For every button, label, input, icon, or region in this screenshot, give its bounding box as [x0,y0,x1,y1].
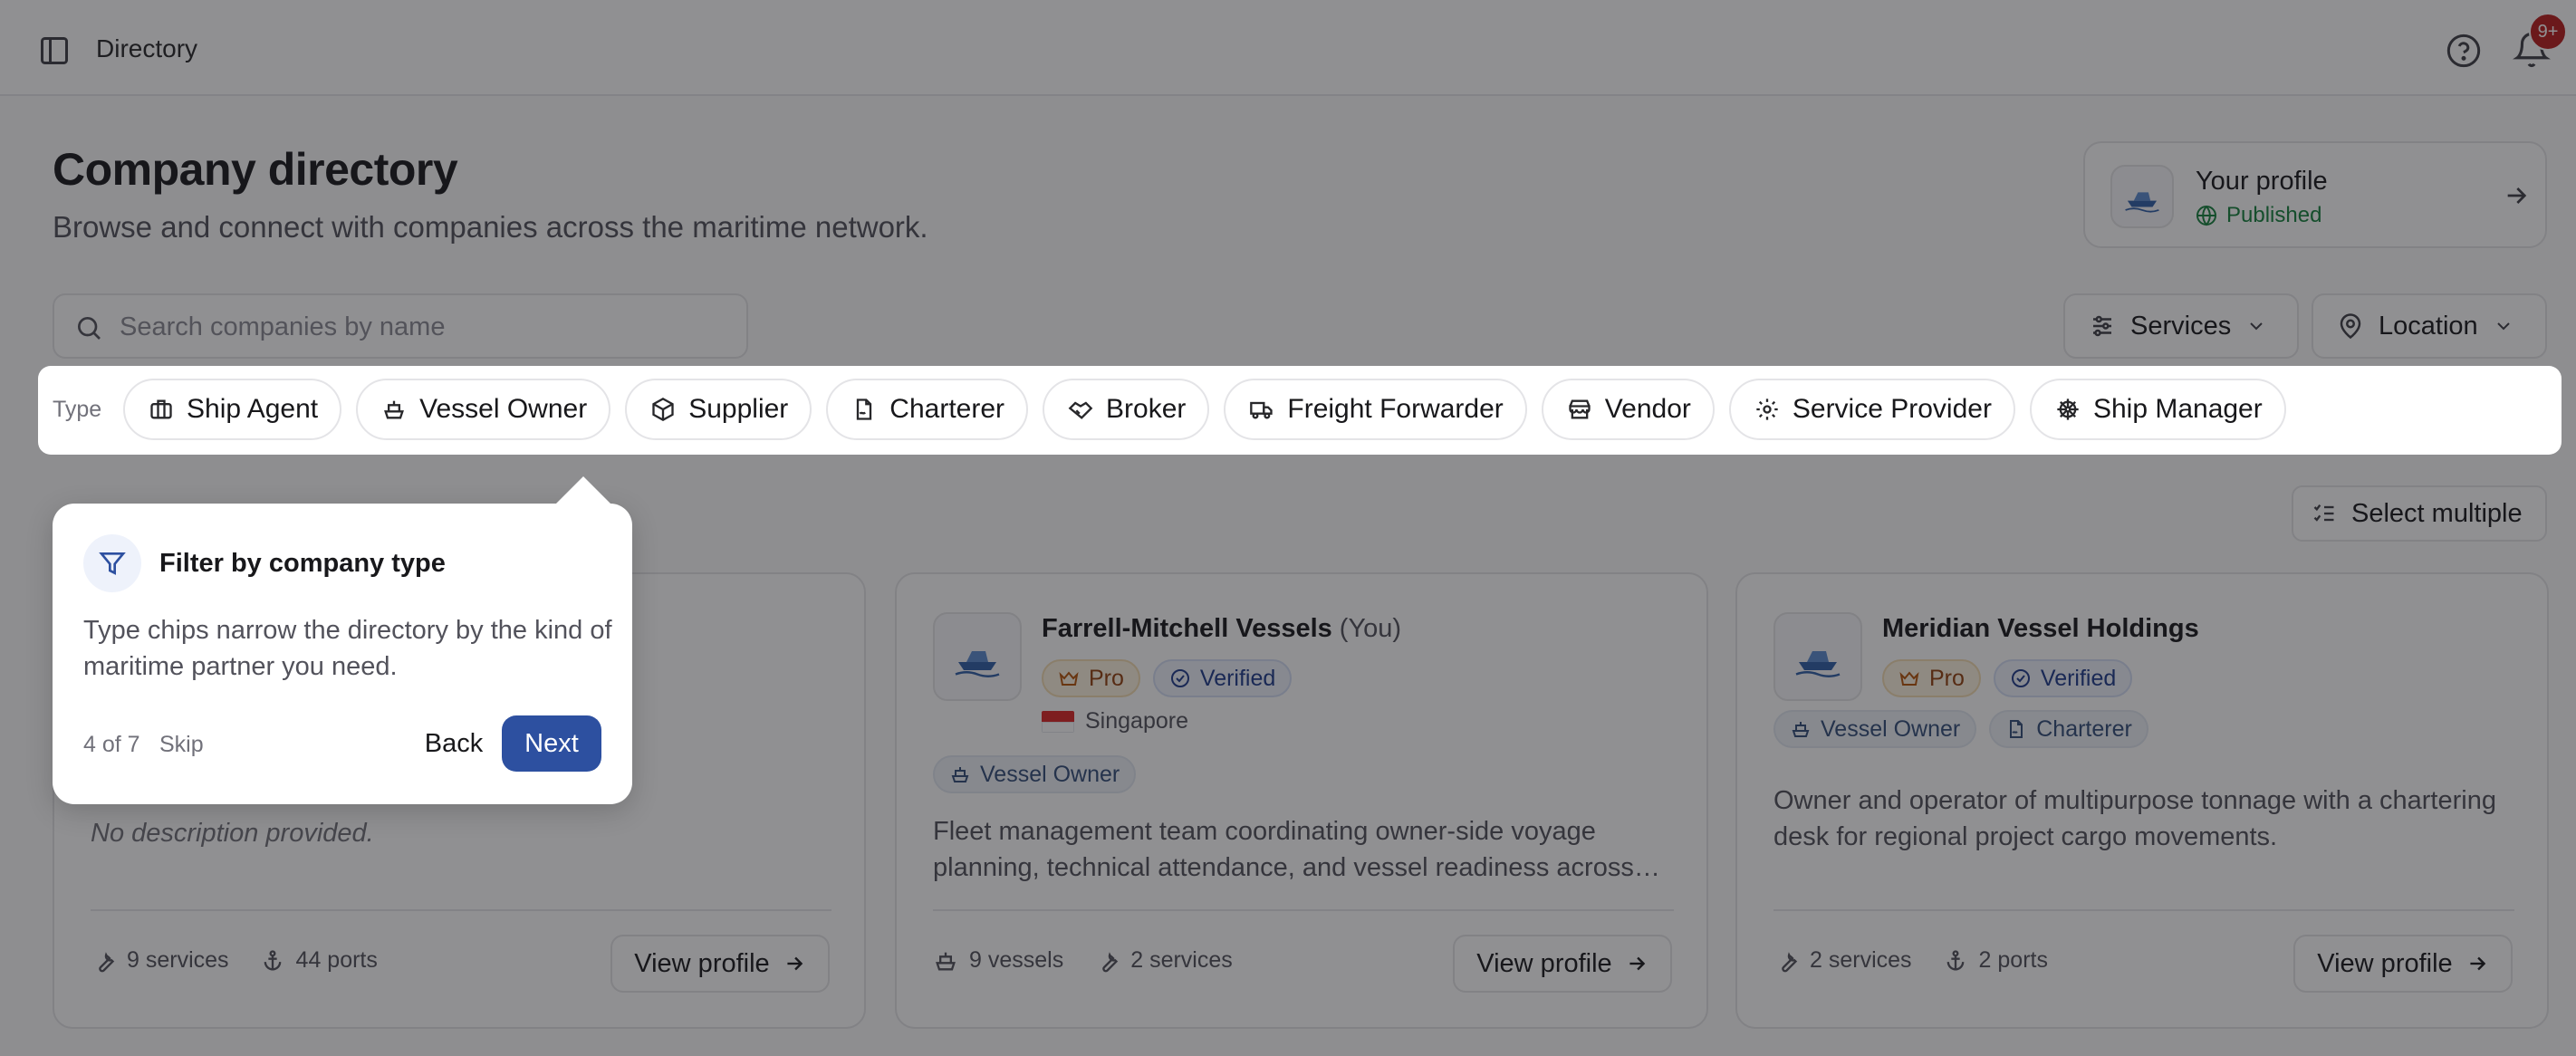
gear-icon [1756,398,1778,420]
tour-skip-button[interactable]: Skip [159,732,204,758]
tour-title: Filter by company type [159,549,446,578]
chip-ship-manager[interactable]: Ship Manager [2029,379,2286,440]
chip-label: Charterer [889,394,1005,424]
chip-vessel-owner[interactable]: Vessel Owner [356,379,611,440]
app-root: Directory 9+ Company directory Browse an… [0,0,2576,1056]
popover-arrow [554,476,612,505]
truck-icon [1250,401,1274,419]
store-icon [1569,399,1591,419]
tour-body: Type chips narrow the directory by the k… [83,616,612,681]
briefcase-icon [150,399,172,419]
tour-popover: Filter by company type Type chips narrow… [53,504,632,804]
package-icon [652,397,674,422]
filter-icon [83,534,141,592]
chip-label: Freight Forwarder [1287,394,1504,424]
file-signature-icon [857,398,872,420]
chip-label: Vessel Owner [419,394,588,424]
chip-label: Ship Agent [187,394,319,424]
tour-next-button[interactable]: Next [502,715,601,772]
chip-service-provider[interactable]: Service Provider [1728,379,2015,440]
tour-back-button[interactable]: Back [404,715,504,772]
chip-label: Service Provider [1792,394,1992,424]
ship-wheel-icon [2057,398,2079,420]
chip-freight-forwarder[interactable]: Freight Forwarder [1224,379,1527,440]
chip-label: Ship Manager [2092,394,2263,424]
type-filter-bar: Type Ship Agent Vessel Owner Supplier Ch… [38,366,2562,455]
chip-broker[interactable]: Broker [1043,379,1210,440]
chip-charterer[interactable]: Charterer [826,379,1029,440]
type-filter-label: Type [53,397,102,422]
handshake-icon [1068,401,1093,419]
chip-label: Vendor [1604,394,1691,424]
tour-step-indicator: 4 of 7 [83,732,140,757]
chip-ship-agent[interactable]: Ship Agent [123,379,342,440]
ship-icon [384,400,405,419]
type-chips: Ship Agent Vessel Owner Supplier Charter… [123,379,2286,440]
chip-supplier[interactable]: Supplier [625,379,812,440]
chip-label: Supplier [688,394,789,424]
chip-vendor[interactable]: Vendor [1541,379,1715,440]
chip-label: Broker [1106,394,1187,424]
